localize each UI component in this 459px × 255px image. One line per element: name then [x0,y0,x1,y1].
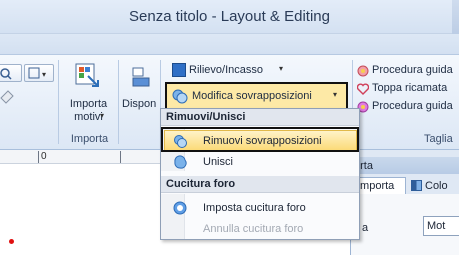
procedure-wizard-1[interactable]: Procedura guida [372,64,453,76]
ribbon-separator [58,60,59,144]
ruler-mark: 0 [41,151,47,162]
tab-color-label[interactable]: Colo [425,180,448,192]
color-tab-icon [411,180,422,191]
menu-item-cancel-hole-stitch[interactable]: Annulla cucitura foro [161,219,359,239]
selection-frame [161,127,359,152]
ribbon-tab-strip [0,34,459,55]
field-label: a [362,222,369,234]
chevron-down-icon: ▾ [279,64,284,73]
needle-point-marker [9,239,14,244]
ruler-tick [38,151,39,163]
zoom-box-icon: ▾ [28,67,46,79]
import-patterns-label-1[interactable]: Importa [66,98,111,110]
embroidered-patch[interactable]: Toppa ricamata [372,82,447,94]
chevron-down-icon: ▾ [333,90,338,99]
merge-icon [174,155,187,169]
menu-item-label: Unisci [203,156,233,168]
menu-item-label: Annulla cucitura foro [203,223,304,235]
procedure-wizard-2[interactable]: Procedura guida [372,100,453,112]
import-patterns-label-2[interactable]: motivi [66,111,111,123]
target-circle-icon [173,201,187,215]
menu-item-merge[interactable]: Unisci [161,152,359,172]
menu-item-label: Imposta cucitura foro [203,202,306,214]
edit-overlaps-label: Modifica sovrapposizioni [192,90,312,102]
relief-icon [172,63,186,77]
ruler-tick [120,151,121,163]
title-bar-edge [452,0,459,34]
arrange-button-label[interactable]: Dispon [122,98,156,110]
cut-group-label: Taglia [424,133,453,145]
window-title: Senza titolo - Layout & Editing [129,8,330,25]
ribbon-separator [160,60,161,108]
source-select-value: Mot [427,220,446,232]
menu-item-set-hole-stitch[interactable]: Imposta cucitura foro [161,198,359,218]
import-patterns-icon[interactable] [74,62,102,90]
import-group-label: Importa [70,133,109,145]
tab-import-label: Importa [357,180,395,192]
dropdown-arrow-icon: ▾ [100,111,105,120]
heart-icon [356,83,370,95]
overlap-circles-icon [172,88,188,104]
magnifier-icon [0,68,12,80]
menu-section-hole-stitch: Cucitura foro [161,176,359,193]
relief-button[interactable]: Rilievo/Incasso [189,64,263,76]
arrange-icon[interactable] [130,66,152,90]
zoom-mode-button[interactable]: ▾ [24,64,54,82]
flower-icon [357,65,369,77]
eraser-icon[interactable] [0,86,16,104]
svg-text:▾: ▾ [42,70,46,79]
ribbon-separator [118,60,119,144]
select-tool-button[interactable] [0,64,22,82]
menu-section-remove-merge: Rimuovi/Unisci [161,109,359,126]
